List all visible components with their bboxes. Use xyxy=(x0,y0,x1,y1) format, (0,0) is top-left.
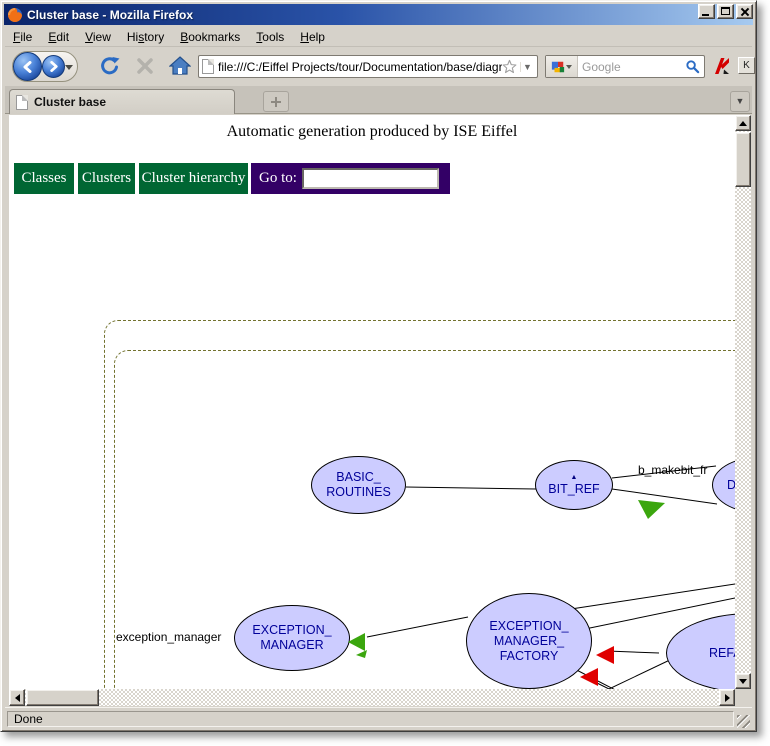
history-dropdown-icon[interactable] xyxy=(65,65,73,70)
browser-window: Cluster base - Mozilla Firefox File Edit… xyxy=(0,0,757,732)
menu-bookmarks[interactable]: Bookmarks xyxy=(172,28,248,46)
plus-icon-bar xyxy=(275,97,277,107)
search-bar xyxy=(545,55,705,78)
tab-list-dropdown-button[interactable]: ▼ xyxy=(730,91,750,112)
forward-button[interactable] xyxy=(42,55,65,78)
tab-strip: Cluster base ▼ xyxy=(5,86,752,114)
url-bar: ▼ xyxy=(198,55,538,78)
status-text: Done xyxy=(7,711,734,727)
minimize-icon xyxy=(702,14,709,16)
page-icon xyxy=(202,59,214,74)
google-icon xyxy=(551,60,565,74)
search-magnifier-icon[interactable] xyxy=(685,59,700,74)
maximize-icon xyxy=(721,7,730,15)
vertical-scroll-thumb[interactable] xyxy=(735,132,751,187)
vertical-scrollbar[interactable] xyxy=(735,115,751,689)
firefox-logo-icon xyxy=(7,7,23,23)
maximize-button[interactable] xyxy=(717,4,734,19)
tab-cluster-base[interactable]: Cluster base xyxy=(9,89,235,114)
menu-tools[interactable]: Tools xyxy=(248,28,292,46)
menu-view[interactable]: View xyxy=(77,28,119,46)
menu-bar: File Edit View History Bookmarks Tools H… xyxy=(5,27,752,47)
navigation-toolbar: ▼ xyxy=(5,48,752,85)
reload-button[interactable] xyxy=(97,53,123,79)
menu-file[interactable]: File xyxy=(5,28,40,46)
home-button[interactable] xyxy=(167,53,193,79)
tab-title: Cluster base xyxy=(34,95,106,109)
new-tab-button[interactable] xyxy=(263,91,289,112)
scroll-down-button[interactable] xyxy=(735,673,751,689)
k-addon-button[interactable]: K xyxy=(738,57,755,74)
arrow-down-icon xyxy=(739,679,747,684)
search-engine-dropdown-icon xyxy=(566,65,572,69)
scroll-up-button[interactable] xyxy=(735,115,751,131)
tab-page-icon xyxy=(16,95,28,110)
back-button[interactable] xyxy=(13,52,42,81)
url-input[interactable] xyxy=(218,60,502,74)
minimize-button[interactable] xyxy=(698,4,715,19)
titlebar: Cluster base - Mozilla Firefox xyxy=(4,4,753,25)
window-title: Cluster base - Mozilla Firefox xyxy=(27,8,193,22)
horizontal-scroll-thumb[interactable] xyxy=(26,689,99,706)
status-bar: Done xyxy=(5,707,752,730)
arrow-up-icon xyxy=(739,121,747,126)
search-input[interactable] xyxy=(578,60,685,74)
close-button[interactable] xyxy=(736,4,753,19)
stop-button[interactable] xyxy=(132,53,158,79)
url-dropdown-icon[interactable]: ▼ xyxy=(520,62,534,72)
scroll-right-button[interactable] xyxy=(719,689,735,706)
back-forward-group xyxy=(12,51,78,82)
menu-history[interactable]: History xyxy=(119,28,172,46)
kaspersky-icon[interactable] xyxy=(712,56,732,76)
diagram-arrowheads xyxy=(9,115,735,689)
scroll-left-button[interactable] xyxy=(9,689,25,706)
menu-edit[interactable]: Edit xyxy=(40,28,77,46)
search-engine-button[interactable] xyxy=(546,56,578,77)
arrow-right-icon xyxy=(725,694,730,702)
scrollbar-corner xyxy=(735,689,751,706)
resize-grip-icon[interactable] xyxy=(737,715,750,728)
bookmark-star-icon[interactable] xyxy=(502,59,517,74)
menu-help[interactable]: Help xyxy=(292,28,333,46)
horizontal-scrollbar[interactable] xyxy=(9,689,735,706)
page-content: Automatic generation produced by ISE Eif… xyxy=(9,115,735,689)
arrow-left-icon xyxy=(15,694,20,702)
